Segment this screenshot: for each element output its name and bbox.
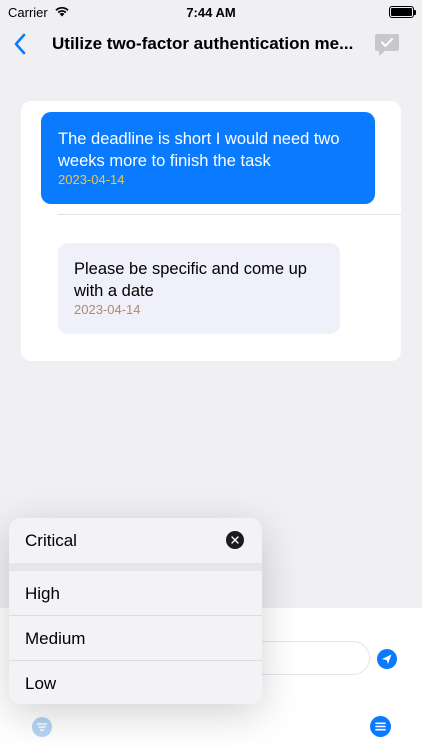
chevron-left-icon (14, 33, 26, 55)
priority-selected-label: Critical (25, 530, 77, 550)
send-button[interactable] (377, 649, 397, 669)
checkmark-bubble-icon (375, 34, 399, 56)
wifi-icon (54, 5, 70, 20)
page-title: Utilize two-factor authentication me... (52, 34, 354, 53)
status-time: 7:44 AM (186, 4, 236, 20)
back-button[interactable] (8, 30, 32, 58)
carrier-label: Carrier (8, 4, 48, 20)
priority-option-low[interactable]: Low (9, 661, 262, 704)
option-label: High (25, 583, 60, 603)
navigation-bar: Utilize two-factor authentication me... (0, 24, 422, 64)
message-text: Please be specific and come up with a da… (74, 260, 307, 300)
option-label: Medium (25, 628, 86, 648)
message-date: 2023-04-14 (58, 172, 125, 187)
message-text: The deadline is short I would need two w… (58, 130, 340, 170)
incoming-message[interactable]: Please be specific and come up with a da… (58, 243, 340, 334)
battery-icon (389, 6, 416, 18)
menu-icon (370, 716, 391, 737)
filter-icon (32, 717, 52, 737)
message-date: 2023-04-14 (74, 302, 141, 317)
send-icon (377, 649, 397, 669)
outgoing-message[interactable]: The deadline is short I would need two w… (41, 112, 375, 204)
mark-complete-button[interactable] (374, 32, 400, 58)
option-label: Low (25, 673, 57, 693)
divider (58, 214, 401, 215)
menu-button[interactable] (370, 716, 391, 737)
priority-option-medium[interactable]: Medium (9, 616, 262, 661)
clear-icon (226, 531, 244, 549)
menu-separator (9, 563, 262, 571)
priority-option-high[interactable]: High (9, 571, 262, 616)
status-bar: Carrier 7:44 AM (0, 0, 422, 24)
priority-selected[interactable]: Critical (9, 518, 262, 563)
priority-filter-button[interactable] (32, 717, 52, 737)
status-left: Carrier (8, 5, 70, 20)
priority-menu: Critical High Medium Low (9, 518, 262, 704)
message-thread: The deadline is short I would need two w… (21, 101, 401, 361)
clear-priority-button[interactable] (226, 531, 244, 549)
